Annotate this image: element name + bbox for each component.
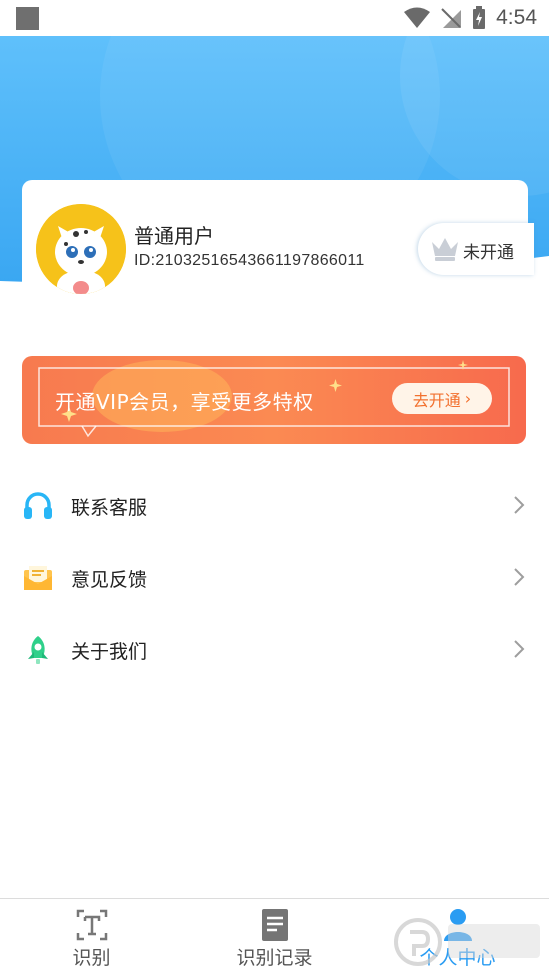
tab-label-recognize: 识别 [72,947,111,969]
menu-label-about-us: 关于我们 [71,641,148,663]
status-indicators: 4:54 [404,0,537,36]
menu-item-feedback[interactable]: 意见反馈 [0,548,549,608]
menu-label-contact-support: 联系客服 [71,497,148,519]
cat-avatar-icon [36,204,126,294]
wifi-icon [404,7,431,28]
open-vip-label: 去开通 [412,390,461,410]
menu-item-contact-support[interactable]: 联系客服 [0,476,549,536]
profile-card: 普通用户 ID:21032516543661197866011 未开通 [22,180,534,300]
envelope-icon [24,566,52,590]
rocket-icon [28,636,48,664]
crown-icon [432,238,458,261]
open-vip-button[interactable]: 去开通 › [392,383,492,414]
battery-charging-icon [473,6,486,29]
notification-icon [16,7,39,30]
bottom-navigation: 识别 识别记录 个人中心 [0,898,549,976]
vip-promo-banner[interactable]: 开通VIP会员，享受更多特权 去开通 › [22,356,526,444]
vip-banner-text: 开通VIP会员，享受更多特权 [55,390,314,414]
tab-recognition-history[interactable]: 识别记录 [183,899,366,976]
tab-label-recognition-history: 识别记录 [236,947,313,969]
chevron-right-icon [514,640,525,658]
person-icon [443,909,472,941]
no-signal-icon [441,8,462,28]
document-icon [261,909,288,941]
vip-status-label: 未开通 [463,243,514,263]
vip-status-badge[interactable]: 未开通 [418,223,534,275]
text-recognize-icon [76,909,107,941]
menu-item-about-us[interactable]: 关于我们 [0,620,549,680]
chevron-right-icon: › [464,389,472,408]
user-id: ID:21032516543661197866011 [134,252,365,269]
tab-recognize[interactable]: 识别 [0,899,183,976]
avatar[interactable] [36,204,126,294]
chevron-right-icon [514,568,525,586]
status-bar: 4:54 [0,0,549,36]
menu-label-feedback: 意见反馈 [71,569,148,591]
user-name: 普通用户 [134,224,214,248]
tab-personal-center[interactable]: 个人中心 [366,899,549,976]
tab-label-personal-center: 个人中心 [419,947,496,969]
status-time: 4:54 [496,6,537,29]
headset-icon [24,492,52,519]
chevron-right-icon [514,496,525,514]
